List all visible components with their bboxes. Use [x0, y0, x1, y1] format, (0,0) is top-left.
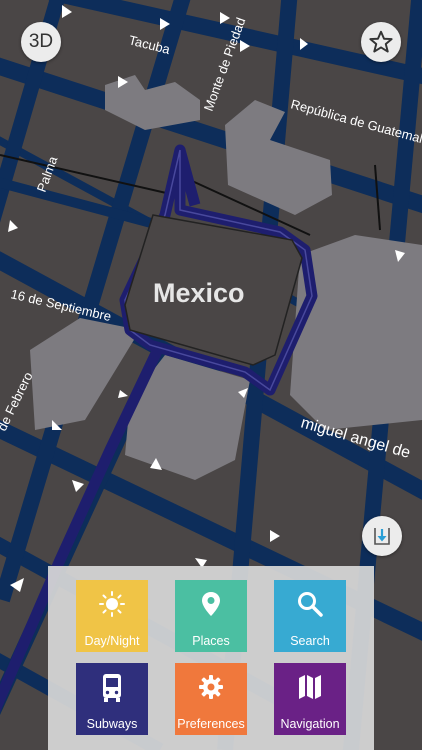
favorites-button[interactable]: [361, 22, 401, 62]
subways-button[interactable]: Subways: [76, 663, 148, 735]
view-mode-label: 3D: [28, 31, 54, 52]
sun-icon: [99, 591, 125, 617]
star-outline-icon: [369, 30, 393, 53]
places-button[interactable]: Places: [175, 580, 247, 652]
navigation-button[interactable]: Navigation: [274, 663, 346, 735]
search-label: Search: [290, 634, 330, 648]
download-button[interactable]: [362, 516, 402, 556]
map-icon: [299, 675, 321, 699]
bus-icon: [103, 674, 121, 702]
search-button[interactable]: Search: [274, 580, 346, 652]
gear-icon: [199, 675, 223, 699]
places-label: Places: [192, 634, 230, 648]
download-tray-icon: [374, 528, 390, 545]
pin-icon: [202, 592, 220, 616]
subways-label: Subways: [86, 717, 138, 731]
day-night-button[interactable]: Day/Night: [76, 580, 148, 652]
city-label: Mexico: [153, 278, 245, 308]
map-screen: Tacuba Monte de Piedad República de Guat…: [0, 0, 422, 750]
day-night-label: Day/Night: [84, 634, 140, 648]
preferences-label: Preferences: [177, 717, 245, 731]
magnifier-icon: [298, 592, 323, 617]
navigation-label: Navigation: [280, 717, 340, 731]
preferences-button[interactable]: Preferences: [175, 663, 247, 735]
view-mode-3d-button[interactable]: 3D: [21, 22, 61, 62]
menu-panel: Day/Night Places Search Subways Preferen…: [48, 566, 374, 750]
